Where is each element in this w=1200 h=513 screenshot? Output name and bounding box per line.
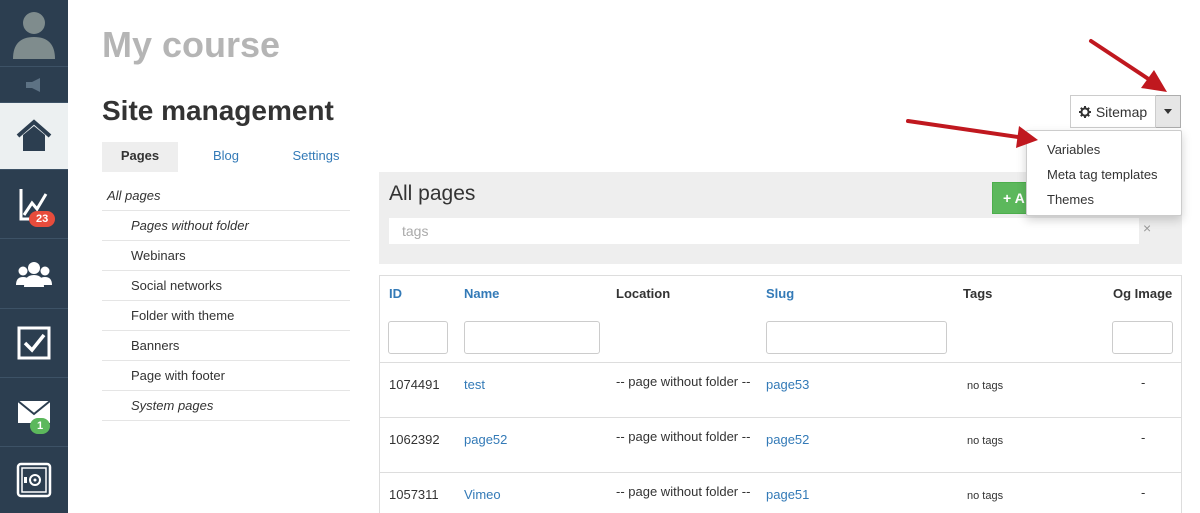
- row-id: 1057311: [389, 487, 439, 502]
- messages-badge: 1: [30, 418, 51, 434]
- sidebar: 23 1: [0, 0, 68, 513]
- folder-item[interactable]: Page with footer: [102, 361, 350, 391]
- arrow-to-variables-icon: [906, 119, 1038, 148]
- row-og-image: -: [1141, 375, 1146, 390]
- page-title: Site management: [102, 95, 334, 126]
- column-header-name[interactable]: Name: [464, 286, 499, 301]
- caret-down-icon: [1164, 109, 1172, 114]
- column-header-og-image: Og Image: [1113, 286, 1173, 301]
- course-title: My course: [102, 24, 281, 65]
- row-location: -- page without folder --: [616, 374, 751, 389]
- row-tags: no tags: [967, 380, 1004, 392]
- section-tabs: Pages Blog Settings: [102, 142, 358, 172]
- megaphone-icon: [26, 77, 40, 92]
- folder-item[interactable]: Webinars: [102, 241, 350, 271]
- panel-title: All pages: [389, 182, 476, 205]
- table-row: 1057311 Vimeo -- page without folder -- …: [380, 472, 1181, 513]
- folder-all-pages[interactable]: All pages: [102, 181, 350, 211]
- sitemap-button[interactable]: Sitemap: [1070, 95, 1156, 128]
- announcements[interactable]: [0, 67, 68, 103]
- user-avatar[interactable]: [0, 0, 68, 67]
- tab-blog[interactable]: Blog: [178, 142, 274, 172]
- tab-settings[interactable]: Settings: [274, 142, 358, 172]
- row-og-image: -: [1141, 485, 1146, 500]
- row-name-link[interactable]: page52: [464, 432, 507, 447]
- clear-tags-icon[interactable]: ×: [1143, 220, 1151, 236]
- menu-item-meta-tag-templates[interactable]: Meta tag templates: [1027, 162, 1181, 187]
- id-filter-input[interactable]: [388, 321, 448, 354]
- arrow-to-dropdown-toggle-icon: [1089, 39, 1167, 92]
- column-header-location: Location: [616, 286, 671, 301]
- row-location: -- page without folder --: [616, 484, 751, 499]
- og-image-filter-input[interactable]: [1112, 321, 1173, 354]
- row-id: 1062392: [389, 432, 440, 447]
- row-location: -- page without folder --: [616, 429, 751, 444]
- row-slug-link[interactable]: page52: [766, 432, 809, 447]
- sitemap-dropdown-toggle[interactable]: [1156, 95, 1181, 128]
- sitemap-dropdown-menu: Variables Meta tag templates Themes: [1026, 130, 1182, 216]
- folder-item[interactable]: Banners: [102, 331, 350, 361]
- column-header-id[interactable]: ID: [389, 286, 402, 301]
- folder-item[interactable]: System pages: [102, 391, 350, 421]
- table-row: 1062392 page52 -- page without folder --…: [380, 417, 1181, 472]
- table-row: 1074491 test -- page without folder -- p…: [380, 362, 1181, 417]
- sidebar-item-vault[interactable]: [0, 447, 68, 513]
- folder-list: All pages Pages without folder Webinars …: [102, 181, 350, 421]
- sidebar-item-home[interactable]: [0, 103, 68, 170]
- row-slug-link[interactable]: page51: [766, 487, 809, 502]
- home-icon: [16, 119, 52, 151]
- folder-item[interactable]: Folder with theme: [102, 301, 350, 331]
- row-slug-link[interactable]: page53: [766, 377, 809, 392]
- sidebar-item-users[interactable]: [0, 239, 68, 309]
- sidebar-item-stats[interactable]: 23: [0, 170, 68, 239]
- name-filter-input[interactable]: [464, 321, 600, 354]
- add-page-label: A: [1014, 190, 1025, 206]
- pages-table: ID Name Location Slug Tags Og Image 1074…: [379, 275, 1182, 513]
- users-icon: [16, 261, 52, 287]
- sidebar-item-messages[interactable]: 1: [0, 378, 68, 447]
- row-name-link[interactable]: Vimeo: [464, 487, 501, 502]
- tags-filter-input[interactable]: tags: [389, 218, 1139, 244]
- menu-item-themes[interactable]: Themes: [1027, 187, 1181, 212]
- folder-item[interactable]: Pages without folder: [102, 211, 350, 241]
- stats-badge: 23: [29, 211, 56, 227]
- row-id: 1074491: [389, 377, 440, 392]
- row-og-image: -: [1141, 430, 1146, 445]
- column-header-tags: Tags: [963, 286, 993, 301]
- sitemap-button-group: Sitemap: [1070, 95, 1181, 128]
- row-name-link[interactable]: test: [464, 377, 485, 392]
- safe-icon: [16, 462, 52, 498]
- menu-item-variables[interactable]: Variables: [1027, 137, 1181, 162]
- gear-icon: [1078, 105, 1091, 118]
- row-tags: no tags: [967, 435, 1004, 447]
- user-avatar-icon: [13, 12, 55, 59]
- tab-pages[interactable]: Pages: [102, 142, 178, 172]
- column-header-slug[interactable]: Slug: [766, 286, 794, 301]
- sidebar-item-tasks[interactable]: [0, 309, 68, 378]
- sitemap-button-label: Sitemap: [1095, 103, 1148, 120]
- row-tags: no tags: [967, 490, 1004, 502]
- checkbox-icon: [17, 326, 51, 360]
- plus-icon: +: [1003, 190, 1012, 206]
- folder-item[interactable]: Social networks: [102, 271, 350, 301]
- slug-filter-input[interactable]: [766, 321, 947, 354]
